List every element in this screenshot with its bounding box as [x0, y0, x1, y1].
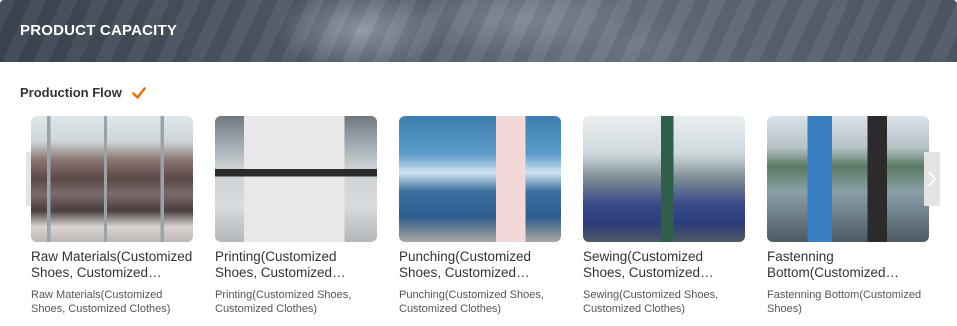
card-description: Printing(Customized Shoes, Customized Cl…	[215, 289, 352, 315]
punching-photo[interactable]	[399, 116, 561, 242]
card-title[interactable]: Printing(Customized Shoes, Customized Cl…	[215, 249, 377, 281]
card-title[interactable]: Raw Materials(Customized Shoes, Customiz…	[31, 249, 193, 281]
banner-title: PRODUCT CAPACITY	[20, 22, 178, 39]
card-description: Raw Materials(Customized Shoes, Customiz…	[31, 289, 171, 315]
card-description: Fastenning Bottom(Customized Shoes)	[767, 289, 922, 315]
process-card-raw-materials[interactable]: Raw Materials(Customized Shoes, Customiz…	[31, 116, 193, 316]
card-description: Sewing(Customized Shoes, Customized Clot…	[583, 289, 719, 315]
card-title[interactable]: Sewing(Customized Shoes, Customized Clot…	[583, 249, 745, 281]
card-title[interactable]: Fastenning Bottom(Customized Shoes, Cust…	[767, 249, 929, 281]
production-flow-heading: Production Flow	[20, 85, 146, 100]
raw-materials-photo[interactable]	[31, 116, 193, 242]
sewing-photo[interactable]	[583, 116, 745, 242]
check-icon	[132, 86, 146, 100]
production-flow-title: Production Flow	[20, 85, 122, 100]
carousel-next-button[interactable]	[924, 152, 940, 206]
process-card-sewing[interactable]: Sewing(Customized Shoes, Customized Clot…	[583, 116, 745, 316]
process-card-printing[interactable]: Printing(Customized Shoes, Customized Cl…	[215, 116, 377, 316]
process-card-punching[interactable]: Punching(Customized Shoes, Customized Cl…	[399, 116, 561, 316]
fastening-bottom-photo[interactable]	[767, 116, 929, 242]
card-description: Punching(Customized Shoes, Customized Cl…	[399, 289, 544, 315]
card-title[interactable]: Punching(Customized Shoes, Customized Cl…	[399, 249, 561, 281]
chevron-right-icon	[928, 171, 937, 187]
section-banner: PRODUCT CAPACITY	[0, 0, 957, 62]
process-card-fastening-bottom[interactable]: Fastenning Bottom(Customized Shoes, Cust…	[767, 116, 929, 316]
printing-photo[interactable]	[215, 116, 377, 242]
